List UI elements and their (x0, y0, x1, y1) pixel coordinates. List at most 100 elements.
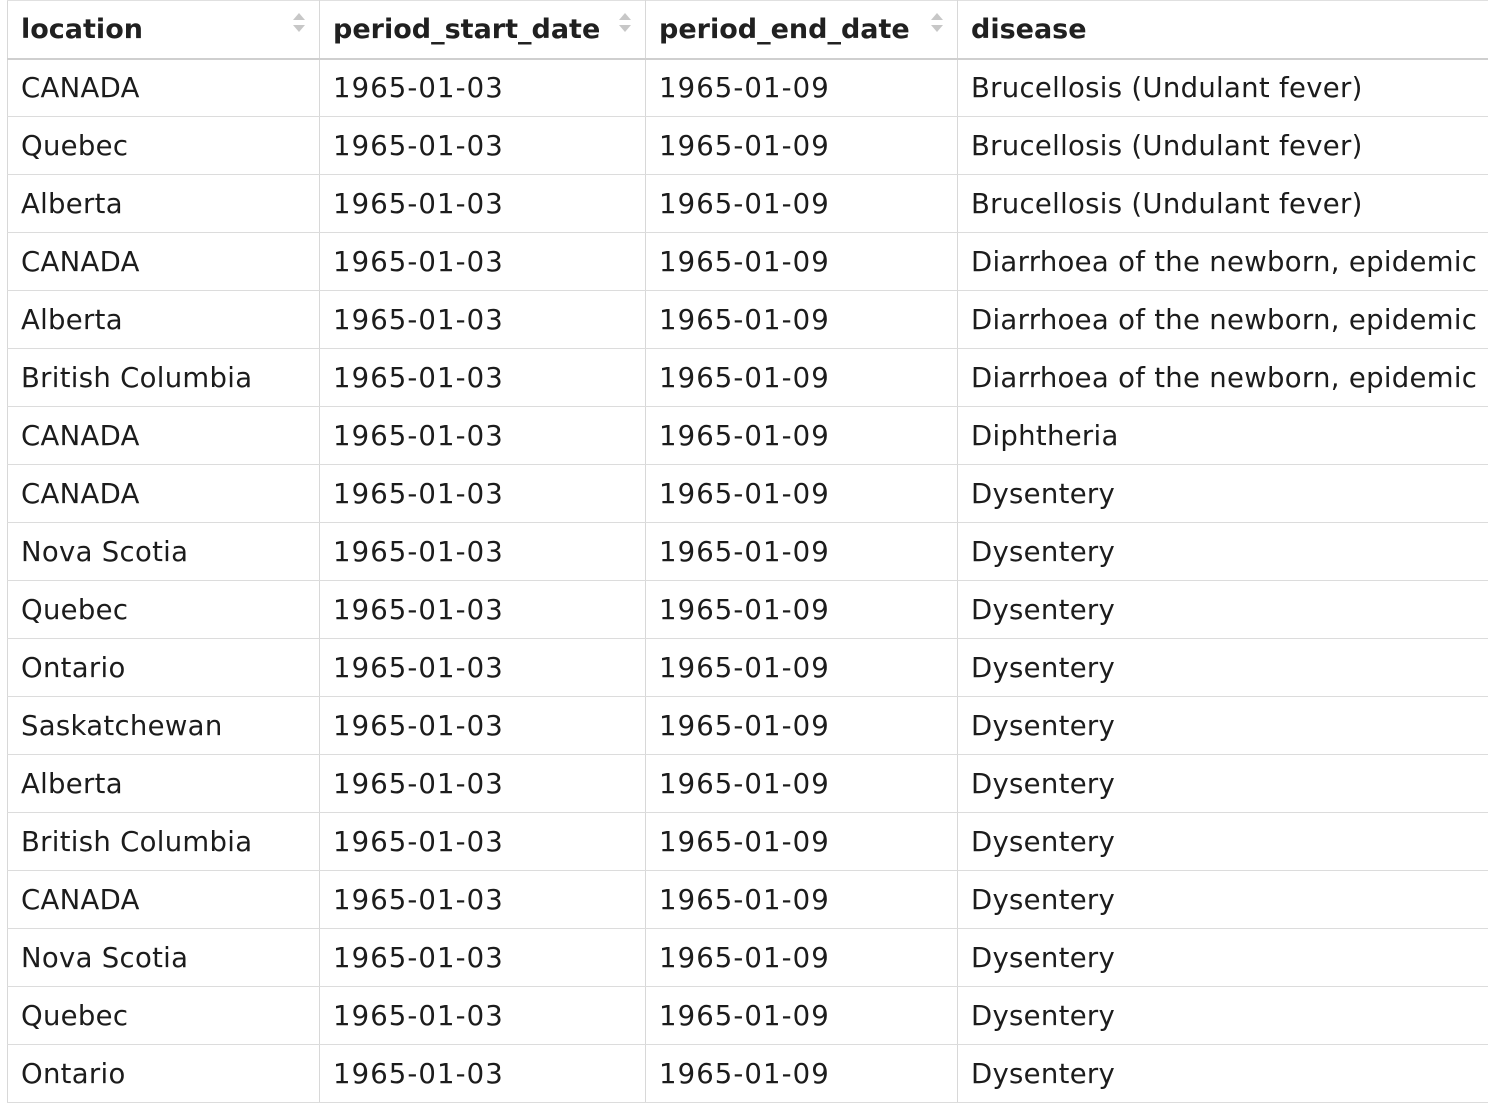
cell-location: CANADA (7, 870, 320, 929)
table-row[interactable]: CANADA 1965-01-03 1965-01-09 Dysentery (7, 464, 1488, 523)
column-header-disease[interactable]: disease (957, 0, 1488, 60)
data-table: location period_start_date period_end_da… (7, 0, 1488, 1103)
cell-period-start-date: 1965-01-03 (319, 116, 646, 175)
cell-location: Quebec (7, 986, 320, 1045)
cell-period-end-date: 1965-01-09 (645, 406, 958, 465)
cell-period-start-date: 1965-01-03 (319, 522, 646, 581)
cell-period-end-date: 1965-01-09 (645, 812, 958, 871)
data-table-view: location period_start_date period_end_da… (0, 0, 1488, 1104)
cell-period-end-date: 1965-01-09 (645, 232, 958, 291)
cell-location: Saskatchewan (7, 696, 320, 755)
cell-location: CANADA (7, 232, 320, 291)
cell-disease: Diarrhoea of the newborn, epidemic (957, 232, 1488, 291)
table-row[interactable]: Ontario 1965-01-03 1965-01-09 Dysentery (7, 638, 1488, 697)
cell-disease: Dysentery (957, 986, 1488, 1045)
cell-period-end-date: 1965-01-09 (645, 696, 958, 755)
cell-location: Quebec (7, 116, 320, 175)
cell-disease: Dysentery (957, 522, 1488, 581)
table-row[interactable]: Quebec 1965-01-03 1965-01-09 Dysentery (7, 986, 1488, 1045)
column-header-period-end-date[interactable]: period_end_date (645, 0, 958, 60)
cell-location: Alberta (7, 754, 320, 813)
table-row[interactable]: Ontario 1965-01-03 1965-01-09 Dysentery (7, 1044, 1488, 1103)
cell-location: CANADA (7, 406, 320, 465)
sort-arrows-icon[interactable] (931, 13, 943, 37)
table-row[interactable]: Quebec 1965-01-03 1965-01-09 Brucellosis (U… (7, 116, 1488, 175)
cell-period-end-date: 1965-01-09 (645, 754, 958, 813)
cell-period-end-date: 1965-01-09 (645, 870, 958, 929)
table-row[interactable]: British Columbia 1965-01-03 1965-01-09 Diar… (7, 348, 1488, 407)
table-row[interactable]: Nova Scotia 1965-01-03 1965-01-09 Dysentery (7, 522, 1488, 581)
cell-period-start-date: 1965-01-03 (319, 1044, 646, 1103)
cell-disease: Dysentery (957, 812, 1488, 871)
cell-period-start-date: 1965-01-03 (319, 58, 646, 117)
cell-disease: Dysentery (957, 638, 1488, 697)
cell-location: Alberta (7, 174, 320, 233)
cell-location: Nova Scotia (7, 928, 320, 987)
cell-location: British Columbia (7, 812, 320, 871)
table-row[interactable]: Quebec 1965-01-03 1965-01-09 Dysentery (7, 580, 1488, 639)
cell-period-end-date: 1965-01-09 (645, 464, 958, 523)
cell-period-end-date: 1965-01-09 (645, 986, 958, 1045)
cell-location: Alberta (7, 290, 320, 349)
cell-location: Ontario (7, 1044, 320, 1103)
column-header-label: disease (971, 13, 1087, 45)
table-row[interactable]: Alberta 1965-01-03 1965-01-09 Dysentery (7, 754, 1488, 813)
cell-period-end-date: 1965-01-09 (645, 580, 958, 639)
table-row[interactable]: CANADA 1965-01-03 1965-01-09 Diarrhoea of t… (7, 232, 1488, 291)
cell-disease: Brucellosis (Undulant fever) (957, 174, 1488, 233)
cell-period-start-date: 1965-01-03 (319, 174, 646, 233)
cell-period-end-date: 1965-01-09 (645, 348, 958, 407)
cell-disease: Diarrhoea of the newborn, epidemic (957, 290, 1488, 349)
table-row[interactable]: Alberta 1965-01-03 1965-01-09 Brucellosis (… (7, 174, 1488, 233)
cell-location: Nova Scotia (7, 522, 320, 581)
table-row[interactable]: Nova Scotia 1965-01-03 1965-01-09 Dysentery (7, 928, 1488, 987)
cell-period-start-date: 1965-01-03 (319, 464, 646, 523)
table-row[interactable]: CANADA 1965-01-03 1965-01-09 Diphtheria (7, 406, 1488, 465)
cell-disease: Diarrhoea of the newborn, epidemic (957, 348, 1488, 407)
cell-period-start-date: 1965-01-03 (319, 986, 646, 1045)
cell-disease: Dysentery (957, 696, 1488, 755)
table-row[interactable]: British Columbia 1965-01-03 1965-01-09 Dyse… (7, 812, 1488, 871)
cell-period-end-date: 1965-01-09 (645, 638, 958, 697)
cell-location: Quebec (7, 580, 320, 639)
column-header-label: period_end_date (659, 13, 910, 45)
cell-disease: Dysentery (957, 754, 1488, 813)
table-row[interactable]: CANADA 1965-01-03 1965-01-09 Brucellosis (U… (7, 58, 1488, 117)
cell-location: Ontario (7, 638, 320, 697)
cell-period-start-date: 1965-01-03 (319, 754, 646, 813)
cell-period-start-date: 1965-01-03 (319, 232, 646, 291)
column-header-location[interactable]: location (7, 0, 320, 60)
cell-disease: Dysentery (957, 580, 1488, 639)
cell-period-start-date: 1965-01-03 (319, 870, 646, 929)
cell-period-start-date: 1965-01-03 (319, 638, 646, 697)
table-row[interactable]: CANADA 1965-01-03 1965-01-09 Dysentery (7, 870, 1488, 929)
cell-period-end-date: 1965-01-09 (645, 522, 958, 581)
cell-period-end-date: 1965-01-09 (645, 174, 958, 233)
cell-period-start-date: 1965-01-03 (319, 812, 646, 871)
cell-period-start-date: 1965-01-03 (319, 290, 646, 349)
cell-period-start-date: 1965-01-03 (319, 348, 646, 407)
table-body: CANADA 1965-01-03 1965-01-09 Brucellosis (U… (7, 58, 1488, 1103)
cell-period-end-date: 1965-01-09 (645, 290, 958, 349)
cell-location: CANADA (7, 464, 320, 523)
cell-disease: Brucellosis (Undulant fever) (957, 116, 1488, 175)
cell-period-end-date: 1965-01-09 (645, 928, 958, 987)
table-row[interactable]: Alberta 1965-01-03 1965-01-09 Diarrhoea of … (7, 290, 1488, 349)
cell-disease: Diphtheria (957, 406, 1488, 465)
sort-arrows-icon[interactable] (619, 13, 631, 37)
cell-period-start-date: 1965-01-03 (319, 406, 646, 465)
column-header-label: period_start_date (333, 13, 601, 45)
cell-disease: Dysentery (957, 464, 1488, 523)
cell-period-start-date: 1965-01-03 (319, 580, 646, 639)
cell-location: British Columbia (7, 348, 320, 407)
cell-disease: Brucellosis (Undulant fever) (957, 58, 1488, 117)
table-row[interactable]: Saskatchewan 1965-01-03 1965-01-09 Dysenter… (7, 696, 1488, 755)
cell-period-end-date: 1965-01-09 (645, 1044, 958, 1103)
column-header-label: location (21, 13, 143, 45)
cell-period-start-date: 1965-01-03 (319, 696, 646, 755)
cell-disease: Dysentery (957, 928, 1488, 987)
sort-arrows-icon[interactable] (293, 13, 305, 37)
column-header-period-start-date[interactable]: period_start_date (319, 0, 646, 60)
cell-period-end-date: 1965-01-09 (645, 58, 958, 117)
cell-disease: Dysentery (957, 870, 1488, 929)
